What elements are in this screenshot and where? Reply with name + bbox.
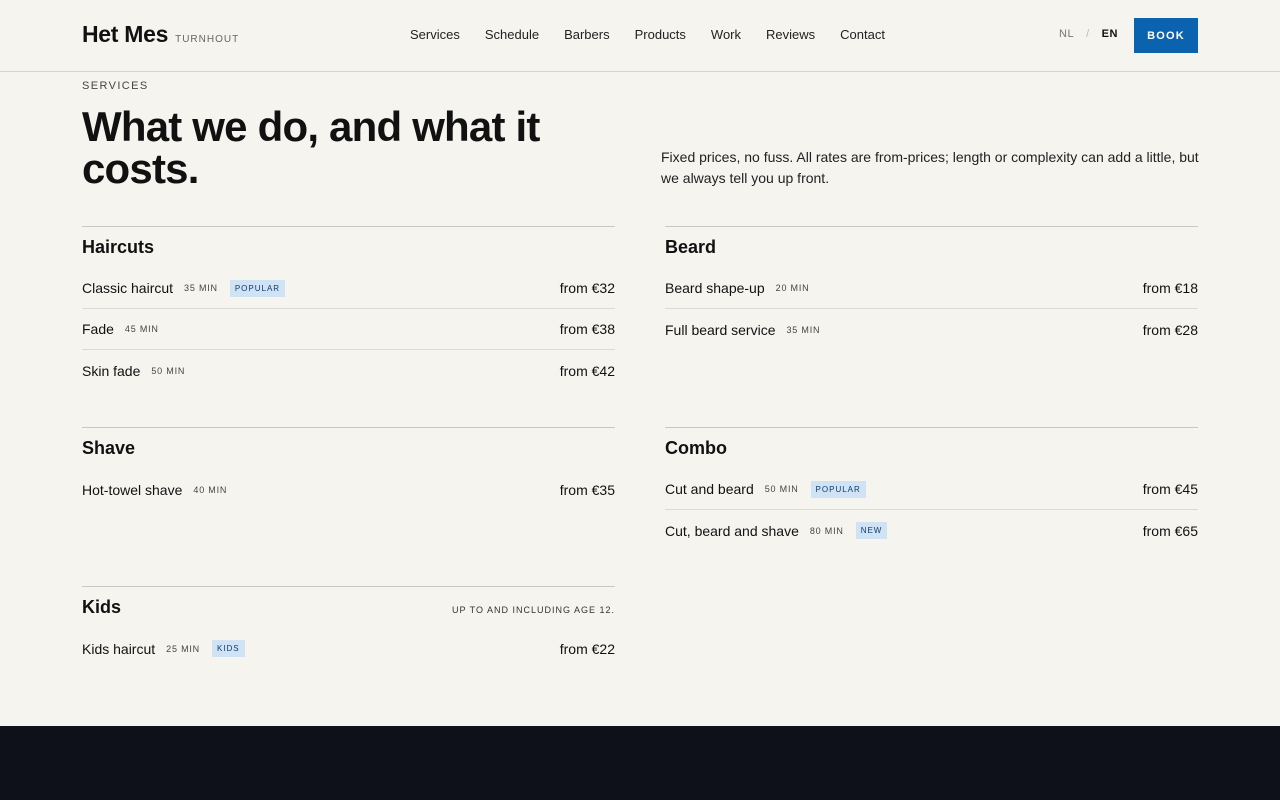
nav-contact[interactable]: Contact xyxy=(840,27,885,42)
service-duration: 80 MIN xyxy=(809,525,844,536)
service-list: Kids haircut 25 MIN KIDS from €22 xyxy=(82,628,615,669)
service-duration: 50 MIN xyxy=(764,484,799,494)
nav-products[interactable]: Products xyxy=(635,27,686,42)
service-price: from €28 xyxy=(1142,321,1198,338)
lang-en[interactable]: EN xyxy=(1102,28,1118,40)
intro-text: Fixed prices, no fuss. All rates are fro… xyxy=(661,149,1199,186)
service-price: from €18 xyxy=(1142,280,1198,296)
section-note: UP TO AND INCLUDING AGE 12. xyxy=(451,605,615,615)
service-price: from €22 xyxy=(559,640,615,657)
main-nav: Services Schedule Barbers Products Work … xyxy=(410,27,885,42)
nav-barbers[interactable]: Barbers xyxy=(564,27,610,42)
section-title: Combo xyxy=(665,438,727,458)
service-badge: NEW xyxy=(855,522,888,539)
service-price: from €65 xyxy=(1142,522,1198,539)
service-name: Cut, beard and shave xyxy=(665,522,799,539)
nav-reviews[interactable]: Reviews xyxy=(766,27,815,42)
section-title: Shave xyxy=(82,438,136,458)
service-list: Hot-towel shave 40 MIN from €35 xyxy=(82,469,615,510)
services-kids: Kids UP TO AND INCLUDING AGE 12. Kids hair… xyxy=(82,586,615,657)
service-duration: 35 MIN xyxy=(786,324,821,335)
service-duration: 45 MIN xyxy=(124,324,159,334)
nav-schedule[interactable]: Schedule xyxy=(485,27,539,42)
service-row: Classic haircut 35 MIN POPULAR from €32 xyxy=(82,268,615,309)
brand-location: TURNHOUT xyxy=(175,34,240,45)
services-shave: Shave Hot-towel shave 40 MIN from €35 xyxy=(82,427,615,498)
brand-name[interactable]: Het Mes xyxy=(82,21,168,48)
lang-nl[interactable]: NL xyxy=(1059,28,1074,40)
service-price: from €42 xyxy=(559,362,615,379)
service-row: Beard shape-up 20 MIN from €18 xyxy=(665,268,1198,309)
service-name: Classic haircut xyxy=(82,280,174,296)
service-name: Full beard service xyxy=(665,321,776,338)
service-name: Skin fade xyxy=(82,362,141,379)
service-duration: 20 MIN xyxy=(775,283,810,293)
service-price: from €45 xyxy=(1142,481,1198,497)
nav-services[interactable]: Services xyxy=(410,27,460,42)
service-name: Kids haircut xyxy=(82,640,156,657)
services-combo: Combo Cut and beard 50 MIN POPULAR from €45 C… xyxy=(665,427,1198,539)
service-price: from €35 xyxy=(559,481,615,498)
section-eyebrow: SERVICES xyxy=(82,80,149,92)
service-badge: KIDS xyxy=(211,640,245,657)
service-badge: POPULAR xyxy=(810,480,866,498)
language-switcher: NL / EN xyxy=(1059,28,1118,40)
services-haircuts: Haircuts Classic haircut 35 MIN POPULAR from… xyxy=(82,226,615,379)
service-row: Hot-towel shave 40 MIN from €35 xyxy=(82,469,615,510)
service-duration: 50 MIN xyxy=(151,365,186,376)
service-list: Cut and beard 50 MIN POPULAR from €45 Cut, b… xyxy=(665,469,1198,551)
service-name: Fade xyxy=(82,321,114,337)
service-row: Skin fade 50 MIN from €42 xyxy=(82,350,615,391)
nav-work[interactable]: Work xyxy=(711,27,741,42)
service-duration: 25 MIN xyxy=(166,643,200,654)
service-name: Hot-towel shave xyxy=(82,481,183,498)
site-header: Het Mes TURNHOUT Services Schedule Barbe… xyxy=(0,0,1280,72)
service-row: Cut, beard and shave 80 MIN NEW from €65 xyxy=(665,510,1198,551)
service-name: Cut and beard xyxy=(665,481,754,497)
service-list: Beard shape-up 20 MIN from €18 Full beard s… xyxy=(665,268,1198,350)
section-title: Beard xyxy=(665,237,717,257)
section-title: Kids xyxy=(82,597,122,617)
book-button[interactable]: BOOK xyxy=(1134,18,1198,53)
service-row: Kids haircut 25 MIN KIDS from €22 xyxy=(82,628,615,669)
section-title: Haircuts xyxy=(82,237,155,257)
service-name: Beard shape-up xyxy=(665,280,765,296)
lang-separator: / xyxy=(1086,28,1090,40)
service-price: from €32 xyxy=(559,280,615,296)
service-duration: 35 MIN xyxy=(184,283,218,293)
service-list: Classic haircut 35 MIN POPULAR from €32 Fade… xyxy=(82,268,615,391)
service-duration: 40 MIN xyxy=(193,484,228,495)
service-row: Cut and beard 50 MIN POPULAR from €45 xyxy=(665,469,1198,510)
service-badge: POPULAR xyxy=(229,279,286,297)
services-beard: Beard Beard shape-up 20 MIN from €18 Full be… xyxy=(665,226,1198,338)
page-title: What we do, and what it costs. xyxy=(82,103,540,192)
service-row: Full beard service 35 MIN from €28 xyxy=(665,309,1198,350)
service-row: Fade 45 MIN from €38 xyxy=(82,309,615,350)
service-price: from €38 xyxy=(559,321,615,337)
brand[interactable]: Het Mes TURNHOUT xyxy=(82,21,239,48)
footer xyxy=(0,726,1280,800)
